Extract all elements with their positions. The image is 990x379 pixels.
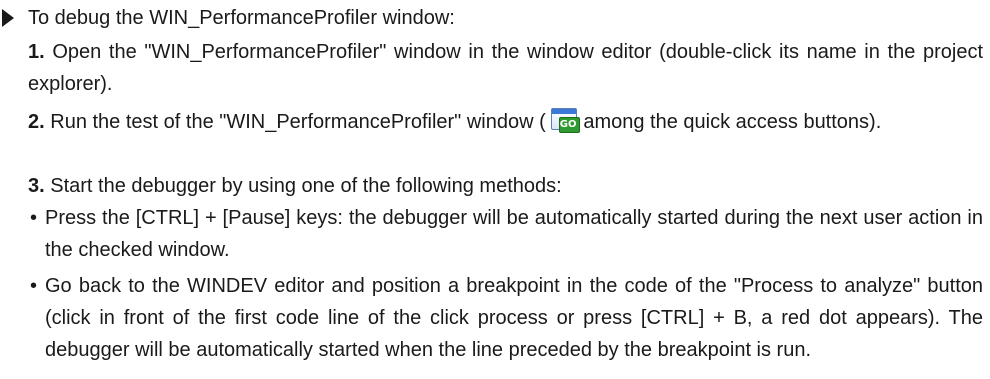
list-item: • Press the [CTRL] + [Pause] keys: the d… <box>28 202 983 266</box>
go-badge-label: GO <box>558 117 580 133</box>
step-2-text-before: Run the test of the "WIN_PerformanceProf… <box>50 111 546 133</box>
bullet-dot-icon: • <box>30 275 38 297</box>
bullet-2-text: Go back to the WINDEV editor and positio… <box>45 275 983 361</box>
go-test-window-icon: GO <box>548 108 580 133</box>
step-1-text: Open the "WIN_PerformanceProfiler" windo… <box>28 41 984 95</box>
step-2: 2. Run the test of the "WIN_PerformanceP… <box>28 106 983 138</box>
step-3: 3. Start the debugger by using one of th… <box>28 170 983 202</box>
triangle-bullet-icon <box>2 9 14 27</box>
step-2-text-after: among the quick access buttons). <box>577 111 882 133</box>
intro-line: To debug the WIN_PerformanceProfiler win… <box>0 4 455 32</box>
step-3-number: 3. <box>28 175 45 197</box>
list-item: • Go back to the WINDEV editor and posit… <box>28 270 983 366</box>
bullet-1-text: Press the [CTRL] + [Pause] keys: the deb… <box>45 207 983 261</box>
step-3-text: Start the debugger by using one of the f… <box>50 175 562 197</box>
step-1-number: 1. <box>28 41 45 63</box>
bullet-dot-icon: • <box>30 207 38 229</box>
intro-text: To debug the WIN_PerformanceProfiler win… <box>28 6 455 29</box>
step-1: 1. Open the "WIN_PerformanceProfiler" wi… <box>28 36 983 100</box>
step-2-number: 2. <box>28 111 45 133</box>
